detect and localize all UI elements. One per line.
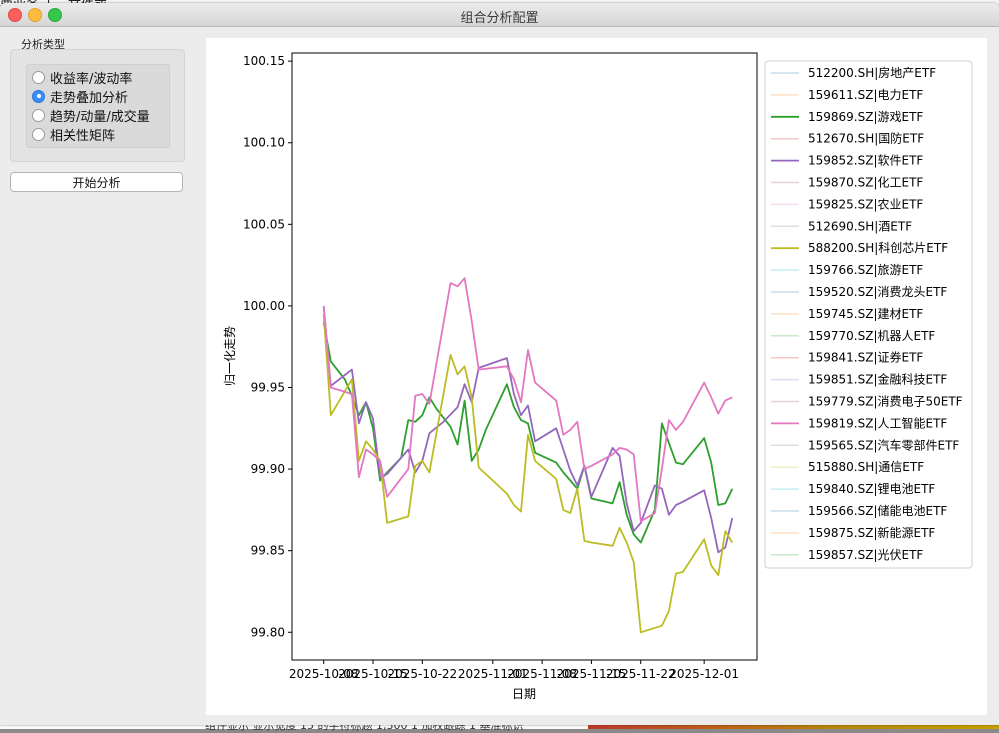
- plot-frame: [291, 52, 758, 661]
- legend-label-16: 159819.SZ|人工智能ETF: [808, 415, 947, 430]
- legend-label-4: 159852.SZ|软件ETF: [808, 154, 923, 168]
- legend-label-19: 159840.SZ|锂电池ETF: [808, 481, 935, 496]
- legend-label-14: 159851.SZ|金融科技ETF: [808, 372, 947, 387]
- legend-label-18: 515880.SH|通信ETF: [808, 460, 924, 474]
- radio-label: 趋势/动量/成交量: [50, 109, 150, 125]
- series-line-8: [322, 314, 734, 634]
- x-tick-label-6: 2025-11-22: [606, 667, 676, 681]
- legend-label-8: 588200.SH|科创芯片ETF: [808, 241, 948, 255]
- start-analysis-button[interactable]: 开始分析: [10, 172, 183, 192]
- analysis-config-window: 组合分析配置 分析类型 收益率/波动率 走势叠加分析 趋势/动量/成交量 相关性…: [0, 3, 999, 725]
- legend-label-11: 159745.SZ|建材ETF: [808, 307, 923, 321]
- radio-button-icon[interactable]: [32, 127, 45, 141]
- series-line-4: [322, 305, 734, 554]
- radio-label: 相关性矩阵: [50, 128, 116, 144]
- radio-label: 收益率/波动率: [50, 71, 133, 87]
- legend-label-17: 159565.SZ|汽车零部件ETF: [808, 437, 959, 452]
- radio-label: 走势叠加分析: [50, 90, 129, 106]
- y-tick-label-7: 100.15: [243, 54, 285, 68]
- y-tick-label-1: 99.85: [251, 544, 285, 558]
- radio-correlation-matrix[interactable]: 相关性矩阵: [32, 125, 116, 144]
- x-tick-label-7: 2025-12-01: [669, 667, 739, 681]
- x-axis-label: 日期: [512, 687, 536, 701]
- legend-label-22: 159857.SZ|光伏ETF: [808, 548, 923, 562]
- legend-label-13: 159841.SZ|证券ETF: [808, 350, 923, 365]
- legend-label-3: 512670.SH|国防ETF: [808, 131, 924, 146]
- analysis-type-radio-panel: 收益率/波动率 走势叠加分析 趋势/动量/成交量 相关性矩阵: [26, 64, 170, 148]
- legend-label-2: 159869.SZ|游戏ETF: [808, 110, 923, 124]
- radio-button-selected-icon[interactable]: [32, 89, 45, 103]
- legend-label-6: 159825.SZ|农业ETF: [808, 197, 923, 211]
- legend: 512200.SH|房地产ETF 159611.SZ|电力ETF 159869.SZ…: [764, 60, 973, 569]
- legend-label-0: 512200.SH|房地产ETF: [808, 65, 936, 80]
- legend-label-20: 159566.SZ|储能电池ETF: [808, 503, 947, 518]
- legend-label-7: 512690.SH|酒ETF: [808, 219, 912, 233]
- legend-label-10: 159520.SZ|消费龙头ETF: [808, 285, 947, 299]
- series-line-16: [322, 277, 733, 523]
- y-tick-label-2: 99.90: [251, 462, 285, 476]
- title-bar[interactable]: 组合分析配置: [0, 3, 999, 27]
- legend-label-12: 159770.SZ|机器人ETF: [808, 329, 935, 343]
- x-tick-label-2: 2025-10-22: [387, 667, 457, 681]
- y-axis-label: 归一化走势: [223, 326, 237, 386]
- legend-label-1: 159611.SZ|电力ETF: [808, 88, 923, 102]
- legend-label-15: 159779.SZ|消费电子50ETF: [808, 395, 963, 409]
- analysis-type-group: 收益率/波动率 走势叠加分析 趋势/动量/成交量 相关性矩阵: [10, 49, 185, 162]
- window-title: 组合分析配置: [460, 11, 539, 26]
- y-tick-label-5: 100.05: [243, 217, 285, 231]
- y-tick-label-3: 99.95: [251, 381, 285, 395]
- legend-label-9: 159766.SZ|旅游ETF: [808, 263, 923, 277]
- y-tick-label-0: 99.80: [251, 625, 285, 639]
- legend-label-21: 159875.SZ|新能源ETF: [808, 525, 935, 540]
- radio-trend-overlay[interactable]: 走势叠加分析: [32, 87, 129, 106]
- radio-button-icon[interactable]: [32, 70, 45, 84]
- y-tick-label-4: 100.00: [243, 299, 285, 313]
- y-tick-label-6: 100.10: [243, 136, 285, 150]
- radio-return-volatility[interactable]: 收益率/波动率: [32, 68, 133, 87]
- legend-label-5: 159870.SZ|化工ETF: [808, 176, 923, 190]
- radio-trend-momentum-volume[interactable]: 趋势/动量/成交量: [32, 106, 150, 125]
- plot-area: 99.80 99.85 99.90 99.95 100.00 100.05 100.10 10…: [206, 38, 987, 715]
- trend-overlay-chart: 99.80 99.85 99.90 99.95 100.00 100.05 100.10 10…: [223, 52, 973, 701]
- radio-button-icon[interactable]: [32, 108, 45, 122]
